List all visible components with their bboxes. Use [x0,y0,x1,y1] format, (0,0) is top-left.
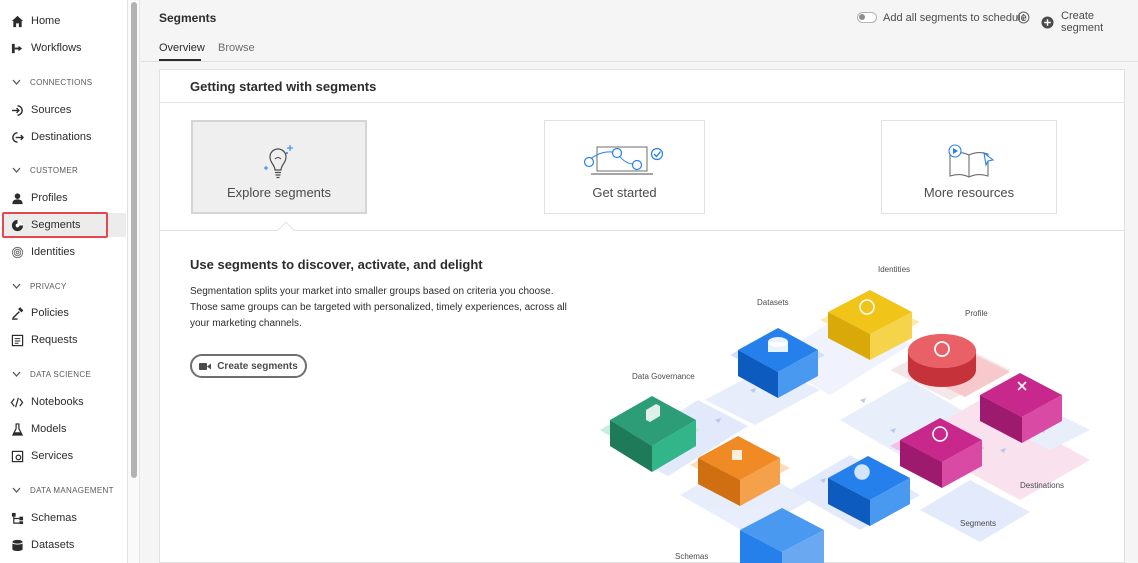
divider [160,230,1124,231]
requests-icon [10,333,24,347]
sidebar-item-requests[interactable]: Requests [2,328,126,352]
sidebar-item-label: Workflows [31,42,82,54]
sidebar-item-label: Sources [31,104,72,116]
sidebar-item-label: Home [31,15,61,27]
section-label: CUSTOMER [30,165,79,175]
cta-label: Create segments [217,360,298,372]
section-label: DATA SCIENCE [30,369,92,379]
get-started-tile[interactable]: Get started [544,120,705,214]
tile-label: More resources [923,185,1015,200]
sidebar-item-sources[interactable]: Sources [2,98,126,122]
platform-illustration: Identities Datasets Profile Data Governa… [590,250,1125,563]
sidebar-item-workflows[interactable]: Workflows [2,36,126,60]
sidebar-item-profiles[interactable]: Profiles [2,186,126,210]
schedule-toggle[interactable] [857,12,877,23]
page-title: Segments [159,11,217,25]
sidebar-item-destinations[interactable]: Destinations [2,125,126,149]
sidebar-scrollbar-thumb[interactable] [131,2,137,478]
sidebar-item-datasets[interactable]: Datasets [2,533,126,557]
profile-icon [10,191,24,205]
sidebar-item-label: Schemas [31,512,77,524]
section-label: PRIVACY [30,281,67,291]
isometric-illustration [600,290,1090,563]
schedule-toggle-label: Add all segments to schedule [883,12,1027,24]
sidebar-item-label: Datasets [31,539,75,551]
label-schemas: Schemas [675,552,709,561]
active-tab-indicator [159,59,201,61]
section-label: DATA MANAGEMENT [30,485,114,495]
label-profile: Profile [965,309,988,318]
section-description: Segmentation splits your market into sma… [190,286,567,329]
label-segments: Segments [960,519,997,528]
section-data-management[interactable]: DATA MANAGEMENT [0,480,127,500]
divider [160,102,1124,103]
chevron-down-icon [12,283,22,289]
explore-segments-tile[interactable]: Explore segments [191,120,367,214]
getting-started-card: Getting started with segments Explore se… [159,69,1125,563]
section-customer[interactable]: CUSTOMER [0,160,127,180]
sidebar-item-label: Requests [31,334,78,346]
flask-icon [10,422,24,436]
chevron-down-icon [12,79,22,85]
sidebar-item-policies[interactable]: Policies [2,301,126,325]
label-data-governance: Data Governance [632,372,695,381]
sidebar-item-segments[interactable]: Segments [2,213,126,237]
add-circle-icon [1041,15,1054,29]
card-title: Getting started with segments [190,79,377,94]
sidebar-item-notebooks[interactable]: Notebooks [2,390,126,414]
sidebar-item-label: Policies [31,307,69,319]
workflow-icon [10,41,24,55]
label-destinations: Destinations [1020,481,1065,490]
create-segment-button[interactable]: Create segment [1041,10,1138,34]
services-icon [10,449,24,463]
sidebar-item-label: Models [31,423,67,435]
policies-icon [10,306,24,320]
sidebar-item-label: Destinations [31,131,92,143]
create-segments-button[interactable]: Create segments [190,354,307,378]
sidebar-item-label: Services [31,450,74,462]
chevron-down-icon [12,487,22,493]
section-label: CONNECTIONS [30,77,93,87]
page-header: Segments Add all segments to schedule Cr… [141,0,1138,62]
selected-tile-pointer [277,221,295,239]
tab-overview[interactable]: Overview [159,42,205,54]
schema-icon [10,511,24,525]
sidebar-item-schemas[interactable]: Schemas [2,506,126,530]
code-icon [10,395,24,409]
sidebar-item-identities[interactable]: Identities [2,240,126,264]
sidebar-item-models[interactable]: Models [2,417,126,441]
label-datasets: Datasets [757,298,789,307]
create-segment-label: Create segment [1061,10,1104,34]
tab-browse[interactable]: Browse [218,42,255,54]
chevron-down-icon [12,371,22,377]
destinations-icon [10,130,24,144]
chevron-down-icon [12,167,22,173]
section-data-science[interactable]: DATA SCIENCE [0,364,127,384]
sidebar-item-label: Identities [31,246,76,258]
steps-icon [583,146,663,175]
database-icon [10,538,24,552]
sidebar-item-label: Notebooks [31,396,84,408]
video-icon [199,362,212,371]
more-resources-tile[interactable]: More resources [881,120,1057,214]
section-headline: Use segments to discover, activate, and … [190,257,483,272]
info-icon[interactable] [1017,11,1030,24]
lightbulb-icon [264,145,293,179]
fingerprint-icon [10,245,24,259]
book-icon [948,144,995,178]
sidebar-item-label: Segments [31,219,81,231]
sidebar-item-label: Profiles [31,192,68,204]
sidebar-item-home[interactable]: Home [2,9,126,33]
sidebar-item-services[interactable]: Services [2,444,126,468]
segments-icon [10,218,24,232]
home-icon [10,14,24,28]
label-identities: Identities [878,265,911,274]
section-connections[interactable]: CONNECTIONS [0,72,127,92]
tile-label: Explore segments [226,185,332,200]
left-nav: Home Workflows CONNECTIONS Sources Desti… [0,0,128,563]
sources-icon [10,103,24,117]
tile-label: Get started [592,185,657,200]
section-privacy[interactable]: PRIVACY [0,276,127,296]
